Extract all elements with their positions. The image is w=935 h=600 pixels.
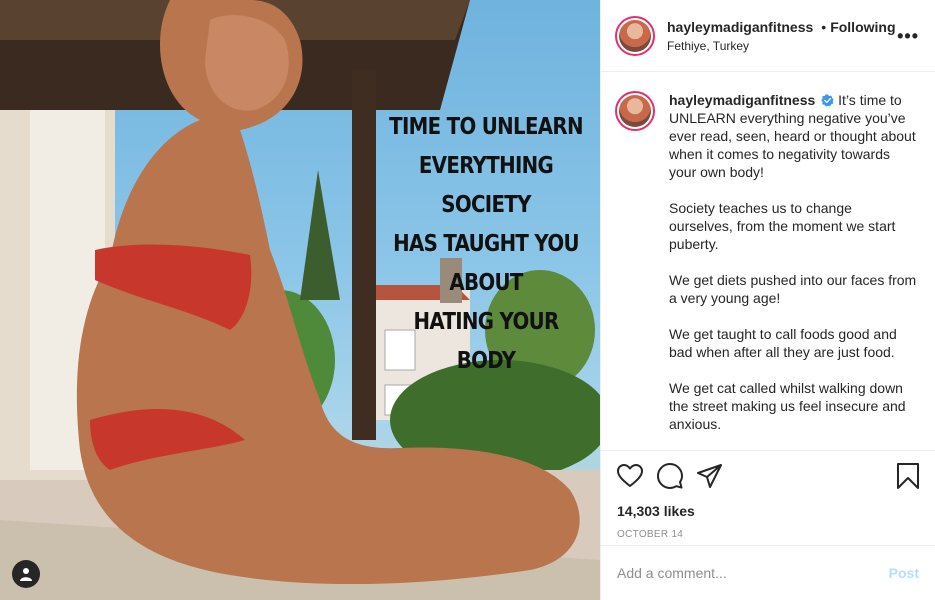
post-header: hayleymadiganfitness • Following Fethiye…: [601, 0, 935, 72]
caption-paragraph: We get taught to call foods good and bad…: [669, 326, 897, 360]
post-details-panel: hayleymadiganfitness • Following Fethiye…: [600, 0, 935, 600]
caption-area: hayleymadiganfitness It’s time to UNLEAR…: [601, 73, 935, 450]
avatar[interactable]: [615, 15, 655, 56]
post-actions: 14,303 likes OCTOBER 14: [601, 450, 935, 545]
overlay-line: HATING YOUR BODY: [413, 309, 559, 374]
comment-input[interactable]: [617, 565, 889, 581]
comment-form: Post: [601, 545, 935, 600]
header-username-link[interactable]: hayleymadiganfitness: [667, 19, 813, 35]
post-photo[interactable]: TIME TO UNLEARN EVERYTHING SOCIETY HAS T…: [0, 0, 600, 600]
photo-text-overlay: TIME TO UNLEARN EVERYTHING SOCIETY HAS T…: [370, 108, 600, 381]
overlay-line: TIME TO UNLEARN: [389, 114, 583, 140]
bookmark-icon[interactable]: [897, 463, 919, 489]
avatar[interactable]: [615, 91, 655, 131]
likes-count[interactable]: 14,303 likes: [617, 503, 919, 519]
post-comment-button[interactable]: Post: [889, 565, 919, 581]
caption-paragraph: We get diets pushed into our faces from …: [669, 272, 917, 306]
caption-paragraph: We get cat called whilst walking down th…: [669, 380, 906, 432]
heart-icon[interactable]: [617, 464, 643, 488]
overlay-line: HAS TAUGHT YOU ABOUT: [393, 231, 579, 296]
location-link[interactable]: Fethiye, Turkey: [667, 39, 896, 53]
following-button[interactable]: Following: [830, 19, 895, 35]
caption-text: hayleymadiganfitness It’s time to UNLEAR…: [669, 91, 919, 433]
share-icon[interactable]: [697, 464, 723, 488]
separator-dot: •: [821, 18, 827, 35]
overlay-line: EVERYTHING SOCIETY: [418, 153, 554, 218]
post-date[interactable]: OCTOBER 14: [617, 529, 919, 540]
caption-username-link[interactable]: hayleymadiganfitness: [669, 92, 815, 108]
caption-paragraph: Society teaches us to change ourselves, …: [669, 200, 896, 252]
comment-icon[interactable]: [657, 463, 683, 489]
tagged-users-button[interactable]: [12, 560, 40, 588]
more-options-icon[interactable]: •••: [897, 26, 919, 47]
verified-badge-icon: [821, 94, 834, 107]
user-silhouette-icon: [20, 568, 32, 581]
